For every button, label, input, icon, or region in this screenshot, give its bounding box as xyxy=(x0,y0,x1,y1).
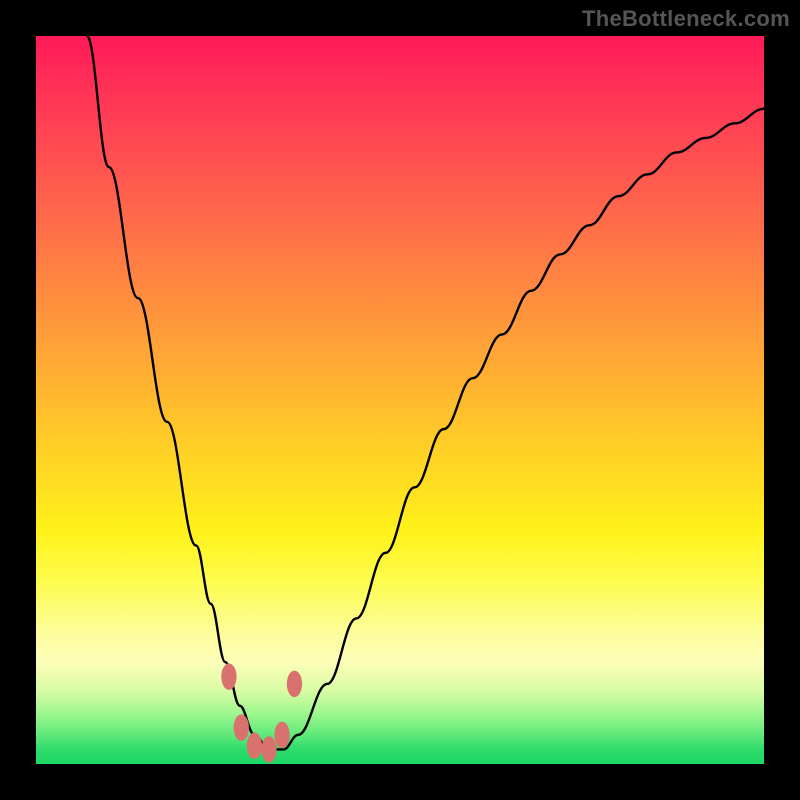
watermark-label: TheBottleneck.com xyxy=(582,6,790,32)
trough-marker xyxy=(247,733,262,760)
chart-frame: TheBottleneck.com xyxy=(0,0,800,800)
plot-area xyxy=(36,36,764,764)
bottleneck-curve-svg xyxy=(36,36,764,764)
frame-border-bottom xyxy=(0,764,800,800)
trough-marker xyxy=(234,714,249,741)
curve-group xyxy=(87,36,764,749)
trough-marker xyxy=(287,671,302,698)
trough-marker xyxy=(274,722,289,749)
trough-marker xyxy=(221,663,236,690)
trough-markers xyxy=(221,663,302,762)
bottleneck-curve-path xyxy=(87,36,764,749)
trough-marker xyxy=(261,736,276,763)
frame-border-right xyxy=(764,36,800,764)
